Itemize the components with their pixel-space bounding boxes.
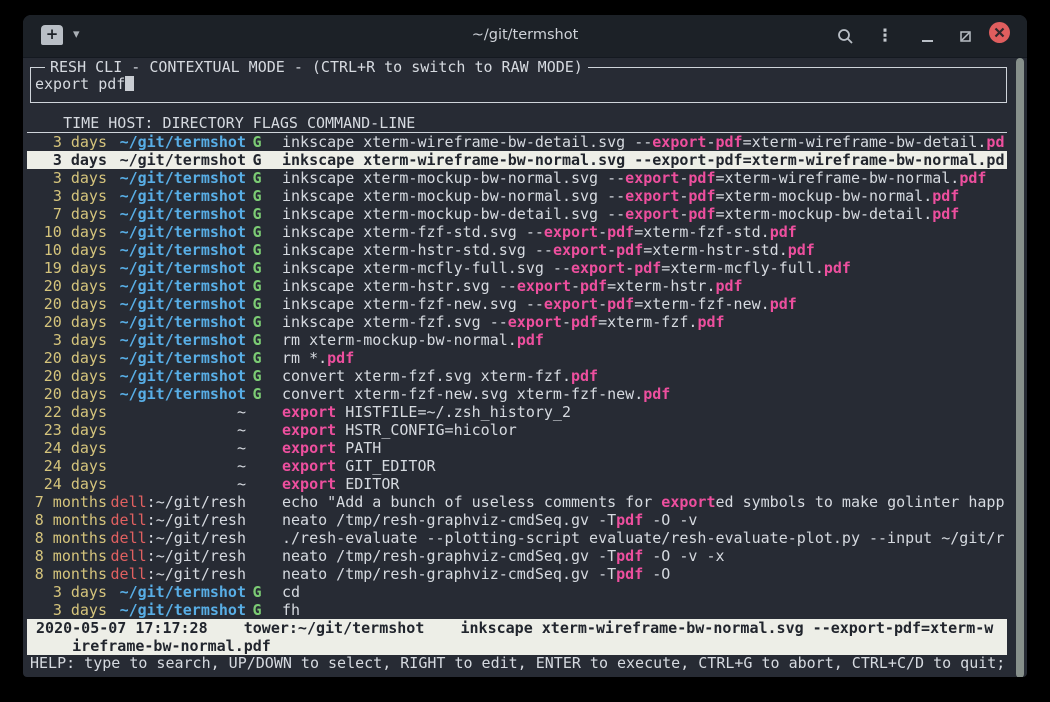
- terminal-content: RESH CLI - CONTEXTUAL MODE - (CTRL+R to …: [23, 58, 1027, 677]
- history-row[interactable]: 8 monthsdell:~/git/reshneato /tmp/resh-g…: [27, 547, 1007, 565]
- history-row-selected[interactable]: 3 days~/git/termshotGinkscape xterm-wire…: [27, 151, 1007, 169]
- history-row[interactable]: 10 days~/git/termshotGinkscape xterm-hst…: [27, 241, 1007, 259]
- status-line-2: ireframe-bw-normal.pdf: [27, 637, 1007, 655]
- history-row[interactable]: 3 days~/git/termshotGinkscape xterm-mock…: [27, 169, 1007, 187]
- history-row[interactable]: 22 days~export HISTFILE=~/.zsh_history_2: [27, 403, 1007, 421]
- history-row[interactable]: 7 days~/git/termshotGinkscape xterm-mock…: [27, 205, 1007, 223]
- text-cursor: [125, 76, 134, 91]
- status-line-1: 2020-05-07 17:17:28 tower:~/git/termshot…: [27, 619, 1007, 637]
- history-row[interactable]: 3 days~/git/termshotGinkscape xterm-mock…: [27, 187, 1007, 205]
- history-row[interactable]: 20 days~/git/termshotGrm *.pdf: [27, 349, 1007, 367]
- history-row[interactable]: 24 days~export PATH: [27, 439, 1007, 457]
- terminal-window: + ▾ ~/git/termshot ⋮ RESH: [23, 15, 1027, 677]
- search-panel: RESH CLI - CONTEXTUAL MODE - (CTRL+R to …: [30, 67, 1007, 103]
- history-row[interactable]: 8 monthsdell:~/git/reshneato /tmp/resh-g…: [27, 511, 1007, 529]
- history-row[interactable]: 7 monthsdell:~/git/reshecho "Add a bunch…: [27, 493, 1007, 511]
- titlebar: + ▾ ~/git/termshot ⋮: [23, 15, 1027, 58]
- history-row[interactable]: 3 days~/git/termshotGinkscape xterm-wire…: [27, 133, 1007, 151]
- close-icon[interactable]: [989, 22, 1010, 43]
- scrollbar-thumb[interactable]: [1016, 58, 1024, 677]
- history-row[interactable]: 8 monthsdell:~/git/resh./resh-evaluate -…: [27, 529, 1007, 547]
- history-row[interactable]: 3 days~/git/termshotGfh: [27, 601, 1007, 619]
- kebab-menu-icon[interactable]: ⋮: [873, 24, 897, 48]
- search-query: export pdf: [35, 75, 125, 93]
- history-row[interactable]: 24 days~export GIT_EDITOR: [27, 457, 1007, 475]
- history-row[interactable]: 20 days~/git/termshotGinkscape xterm-hst…: [27, 277, 1007, 295]
- history-row[interactable]: 23 days~export HSTR_CONFIG=hicolor: [27, 421, 1007, 439]
- search-icon[interactable]: [833, 24, 857, 48]
- minimize-icon[interactable]: [915, 24, 939, 48]
- search-panel-title: RESH CLI - CONTEXTUAL MODE - (CTRL+R to …: [45, 58, 588, 76]
- status-bar: 2020-05-07 17:17:28 tower:~/git/termshot…: [27, 619, 1007, 655]
- desktop: { "window": { "title": "~/git/termshot" …: [0, 0, 1050, 702]
- history-row[interactable]: 8 monthsdell:~/git/reshneato /tmp/resh-g…: [27, 565, 1007, 583]
- history-row[interactable]: 24 days~export EDITOR: [27, 475, 1007, 493]
- history-row[interactable]: 20 days~/git/termshotGconvert xterm-fzf-…: [27, 385, 1007, 403]
- history-row[interactable]: 10 days~/git/termshotGinkscape xterm-fzf…: [27, 223, 1007, 241]
- history-row[interactable]: 3 days~/git/termshotGrm xterm-mockup-bw-…: [27, 331, 1007, 349]
- history-row[interactable]: 3 days~/git/termshotGcd: [27, 583, 1007, 601]
- history-rows: 3 days~/git/termshotGinkscape xterm-wire…: [27, 133, 1007, 619]
- history-row[interactable]: 20 days~/git/termshotGinkscape xterm-fzf…: [27, 295, 1007, 313]
- history-row[interactable]: 19 days~/git/termshotGinkscape xterm-mcf…: [27, 259, 1007, 277]
- help-line: HELP: type to search, UP/DOWN to select,…: [30, 654, 1005, 672]
- history-row[interactable]: 20 days~/git/termshotGinkscape xterm-fzf…: [27, 313, 1007, 331]
- restore-icon[interactable]: [953, 24, 977, 48]
- table-header: TIME HOST: DIRECTORY FLAGS COMMAND-LINE: [27, 114, 1007, 133]
- history-row[interactable]: 20 days~/git/termshotGconvert xterm-fzf.…: [27, 367, 1007, 385]
